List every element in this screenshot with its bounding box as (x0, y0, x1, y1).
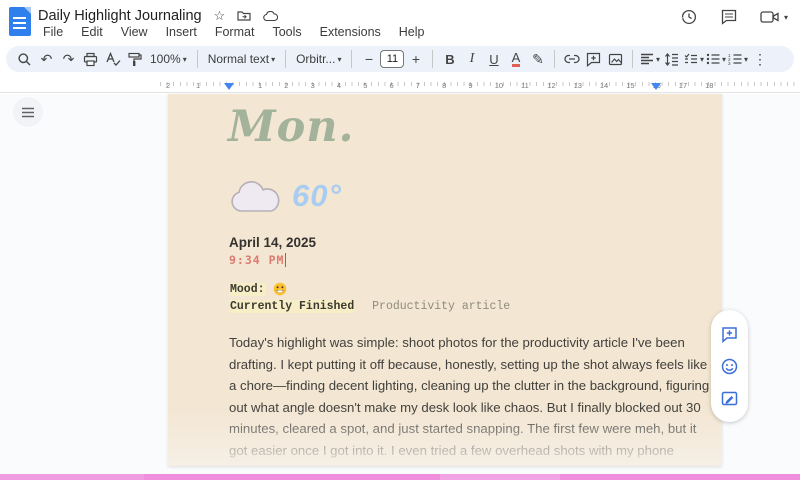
emoji-reaction-button[interactable] (719, 355, 741, 377)
zoom-select[interactable]: 100%▾ (146, 52, 191, 66)
grinning-emoji-icon (273, 282, 287, 296)
mood-row: Mood: (229, 282, 287, 296)
underline-button[interactable]: U (483, 48, 504, 70)
ruler-number: 5 (363, 81, 367, 90)
status-value: Productivity article (372, 300, 510, 313)
ruler-number: 3 (311, 81, 315, 90)
ruler-number: 15 (626, 81, 634, 90)
status-row: Currently Finished Productivity article (229, 300, 510, 313)
chevron-down-icon: ▾ (271, 55, 275, 64)
weather-block: 60° (228, 178, 342, 214)
ruler-number: 18 (705, 81, 713, 90)
chevron-down-icon: ▾ (722, 55, 726, 64)
horizontal-ruler[interactable]: 21 123456789101112131415161718 (0, 80, 800, 93)
menu-item[interactable]: Help (392, 24, 432, 40)
temperature-value: 60° (292, 178, 342, 214)
app-header: Daily Highlight Journaling ☆ FileEditVie… (0, 0, 800, 44)
bottom-pink-bar (0, 474, 800, 480)
chevron-down-icon: ▾ (183, 55, 187, 64)
insert-image-button[interactable] (605, 48, 626, 70)
increase-font-size-button[interactable]: + (405, 48, 426, 70)
line-spacing-button[interactable] (661, 48, 682, 70)
chevron-down-icon: ▾ (337, 55, 341, 64)
left-indent-marker[interactable] (224, 83, 234, 90)
ruler-number: 8 (442, 81, 446, 90)
document-canvas: Mon. 60° April 14, 2025 9:34 PM Mood: Cu… (0, 94, 800, 480)
cloud-save-status-icon[interactable] (263, 11, 278, 22)
menu-item[interactable]: Tools (265, 24, 308, 40)
add-comment-button[interactable] (583, 48, 604, 70)
paint-format-button[interactable] (124, 48, 145, 70)
redo-button[interactable]: ↷ (58, 48, 79, 70)
ruler-number: 17 (679, 81, 687, 90)
version-history-icon[interactable] (680, 8, 698, 26)
text-color-button[interactable]: A (512, 51, 521, 67)
mood-label: Mood: (229, 283, 266, 296)
ruler-number: 13 (574, 81, 582, 90)
ruler-number: 1 (258, 81, 262, 90)
paragraph-style-select[interactable]: Normal text▾ (204, 52, 279, 66)
ruler-number: 2 (166, 81, 170, 90)
cloud-icon (228, 178, 282, 214)
google-docs-logo-icon[interactable] (9, 7, 31, 36)
ruler-number: 12 (547, 81, 555, 90)
toolbar: ↶ ↷ 100%▾ Normal text▾ Orbitr...▾ − 11 +… (6, 46, 794, 72)
menu-item[interactable]: Edit (74, 24, 110, 40)
menu-item[interactable]: Extensions (313, 24, 388, 40)
time-text[interactable]: 9:34 PM (229, 253, 286, 267)
menu-item[interactable]: View (114, 24, 155, 40)
status-label: Currently Finished (229, 300, 355, 313)
search-icon[interactable] (14, 48, 35, 70)
menu-bar: FileEditViewInsertFormatTools ExtensionsH… (36, 24, 432, 40)
document-page[interactable]: Mon. 60° April 14, 2025 9:34 PM Mood: Cu… (168, 94, 722, 466)
move-folder-icon[interactable] (237, 10, 251, 22)
show-outline-button[interactable] (13, 97, 43, 127)
menu-item[interactable]: Insert (159, 24, 204, 40)
print-button[interactable] (80, 48, 101, 70)
ruler-number: 11 (521, 81, 529, 90)
bulleted-list-button[interactable]: ▾ (705, 48, 726, 70)
ruler-number: 1 (196, 81, 200, 90)
ruler-number: 2 (284, 81, 288, 90)
ruler-number: 10 (495, 81, 503, 90)
more-options-button[interactable]: ⋮ (749, 48, 770, 70)
menu-item[interactable]: Format (208, 24, 262, 40)
chevron-down-icon: ▾ (784, 13, 788, 22)
menu-item[interactable]: File (36, 24, 70, 40)
font-family-select[interactable]: Orbitr...▾ (292, 52, 345, 66)
chevron-down-icon: ▾ (744, 55, 748, 64)
align-button[interactable]: ▾ (639, 48, 660, 70)
ruler-ticks (160, 82, 800, 91)
font-size-input[interactable]: 11 (380, 50, 404, 68)
ruler-number: 7 (416, 81, 420, 90)
star-icon[interactable]: ☆ (214, 8, 226, 24)
text-cursor (285, 253, 286, 267)
italic-button[interactable]: I (461, 48, 482, 70)
numbered-list-button[interactable]: 123 ▾ (727, 48, 748, 70)
decrease-font-size-button[interactable]: − (358, 48, 379, 70)
chevron-down-icon: ▾ (700, 55, 704, 64)
meet-video-icon[interactable]: ▾ (760, 10, 788, 24)
spell-check-button[interactable] (102, 48, 123, 70)
undo-button[interactable]: ↶ (36, 48, 57, 70)
ruler-number: 14 (600, 81, 608, 90)
suggest-edits-button[interactable] (719, 387, 741, 409)
ruler-number: 4 (337, 81, 341, 90)
margin-action-pill (711, 310, 748, 422)
checklist-button[interactable]: ▾ (683, 48, 704, 70)
day-heading: Mon. (228, 102, 355, 152)
svg-text:3: 3 (728, 61, 731, 65)
right-indent-marker[interactable] (651, 83, 661, 90)
highlight-color-button[interactable]: ✎ (527, 48, 548, 70)
comments-icon[interactable] (720, 8, 738, 26)
document-title[interactable]: Daily Highlight Journaling (38, 8, 202, 24)
chevron-down-icon: ▾ (656, 55, 660, 64)
insert-link-button[interactable] (561, 48, 582, 70)
ruler-number: 9 (468, 81, 472, 90)
bold-button[interactable]: B (439, 48, 460, 70)
journal-body-text[interactable]: Today's highlight was simple: shoot phot… (229, 332, 715, 466)
add-comment-margin-button[interactable] (719, 323, 741, 345)
ruler-number: 6 (390, 81, 394, 90)
date-text: April 14, 2025 (229, 235, 316, 250)
